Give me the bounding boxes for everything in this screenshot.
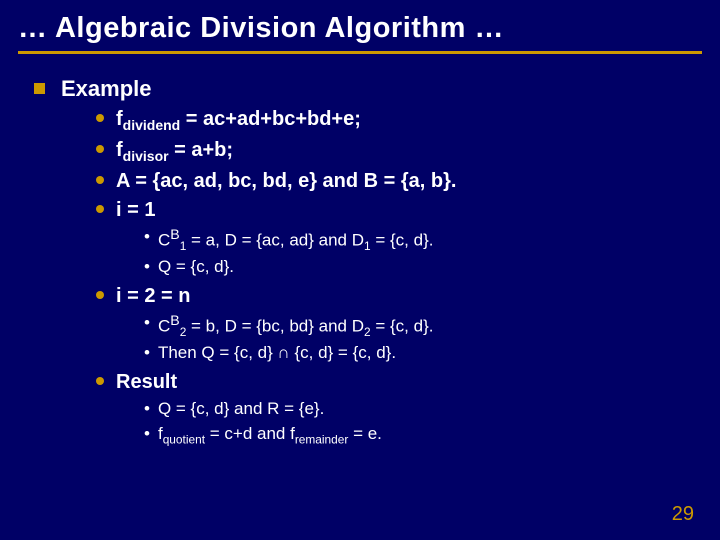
item-sets: A = {ac, ad, bc, bd, e} and B = {a, b}.: [116, 168, 456, 195]
item-divisor: fdivisor = a+b;: [116, 137, 233, 166]
dot-bullet-icon: •: [144, 226, 150, 249]
dot-bullet-icon: [96, 205, 104, 213]
i2-sub1: CB2 = b, D = {bc, bd} and D2 = {c, d}.: [158, 312, 434, 340]
sublist-result: • Q = {c, d} and R = {e}. • fquotient = …: [144, 398, 720, 447]
list-item: fdividend = ac+ad+bc+bd+e;: [96, 106, 720, 135]
res-sub1: Q = {c, d} and R = {e}.: [158, 398, 324, 421]
square-bullet-icon: [34, 83, 45, 94]
list-item: i = 2 = n: [96, 283, 720, 310]
i1-sub1: CB1 = a, D = {ac, ad} and D1 = {c, d}.: [158, 226, 434, 254]
sublist-i2: • CB2 = b, D = {bc, bd} and D2 = {c, d}.…: [144, 312, 720, 365]
list-item: Result: [96, 369, 720, 396]
list-item: • fquotient = c+d and fremainder = e.: [144, 423, 720, 447]
dot-bullet-icon: •: [144, 312, 150, 335]
slide-content: Example fdividend = ac+ad+bc+bd+e; fdivi…: [0, 58, 720, 447]
list-item: • CB2 = b, D = {bc, bd} and D2 = {c, d}.: [144, 312, 720, 340]
bullet-list-level1: fdividend = ac+ad+bc+bd+e; fdivisor = a+…: [96, 106, 720, 224]
item-i1: i = 1: [116, 197, 155, 224]
list-item: fdivisor = a+b;: [96, 137, 720, 166]
bullet-list-level1: i = 2 = n: [96, 283, 720, 310]
sublist-i1: • CB1 = a, D = {ac, ad} and D1 = {c, d}.…: [144, 226, 720, 279]
title-underline: [18, 51, 702, 54]
dot-bullet-icon: [96, 114, 104, 122]
item-i2: i = 2 = n: [116, 283, 190, 310]
dot-bullet-icon: [96, 291, 104, 299]
list-item: • Then Q = {c, d} ∩ {c, d} = {c, d}.: [144, 342, 720, 365]
page-number: 29: [672, 503, 694, 526]
dot-bullet-icon: •: [144, 398, 150, 421]
title-bar: … Algebraic Division Algorithm …: [0, 0, 720, 58]
dot-bullet-icon: [96, 377, 104, 385]
dot-bullet-icon: •: [144, 342, 150, 365]
dot-bullet-icon: [96, 145, 104, 153]
res-sub2: fquotient = c+d and fremainder = e.: [158, 423, 382, 447]
dot-bullet-icon: •: [144, 423, 150, 446]
list-item: A = {ac, ad, bc, bd, e} and B = {a, b}.: [96, 168, 720, 195]
dot-bullet-icon: [96, 176, 104, 184]
i2-sub2: Then Q = {c, d} ∩ {c, d} = {c, d}.: [158, 342, 396, 365]
list-item: • Q = {c, d} and R = {e}.: [144, 398, 720, 421]
item-dividend: fdividend = ac+ad+bc+bd+e;: [116, 106, 361, 135]
dot-bullet-icon: •: [144, 256, 150, 279]
list-item: • Q = {c, d}.: [144, 256, 720, 279]
i1-sub2: Q = {c, d}.: [158, 256, 234, 279]
list-item: i = 1: [96, 197, 720, 224]
item-result: Result: [116, 369, 177, 396]
slide-title: … Algebraic Division Algorithm …: [18, 12, 702, 45]
heading-row: Example: [34, 76, 720, 102]
bullet-list-level1: Result: [96, 369, 720, 396]
example-heading: Example: [61, 76, 152, 102]
list-item: • CB1 = a, D = {ac, ad} and D1 = {c, d}.: [144, 226, 720, 254]
